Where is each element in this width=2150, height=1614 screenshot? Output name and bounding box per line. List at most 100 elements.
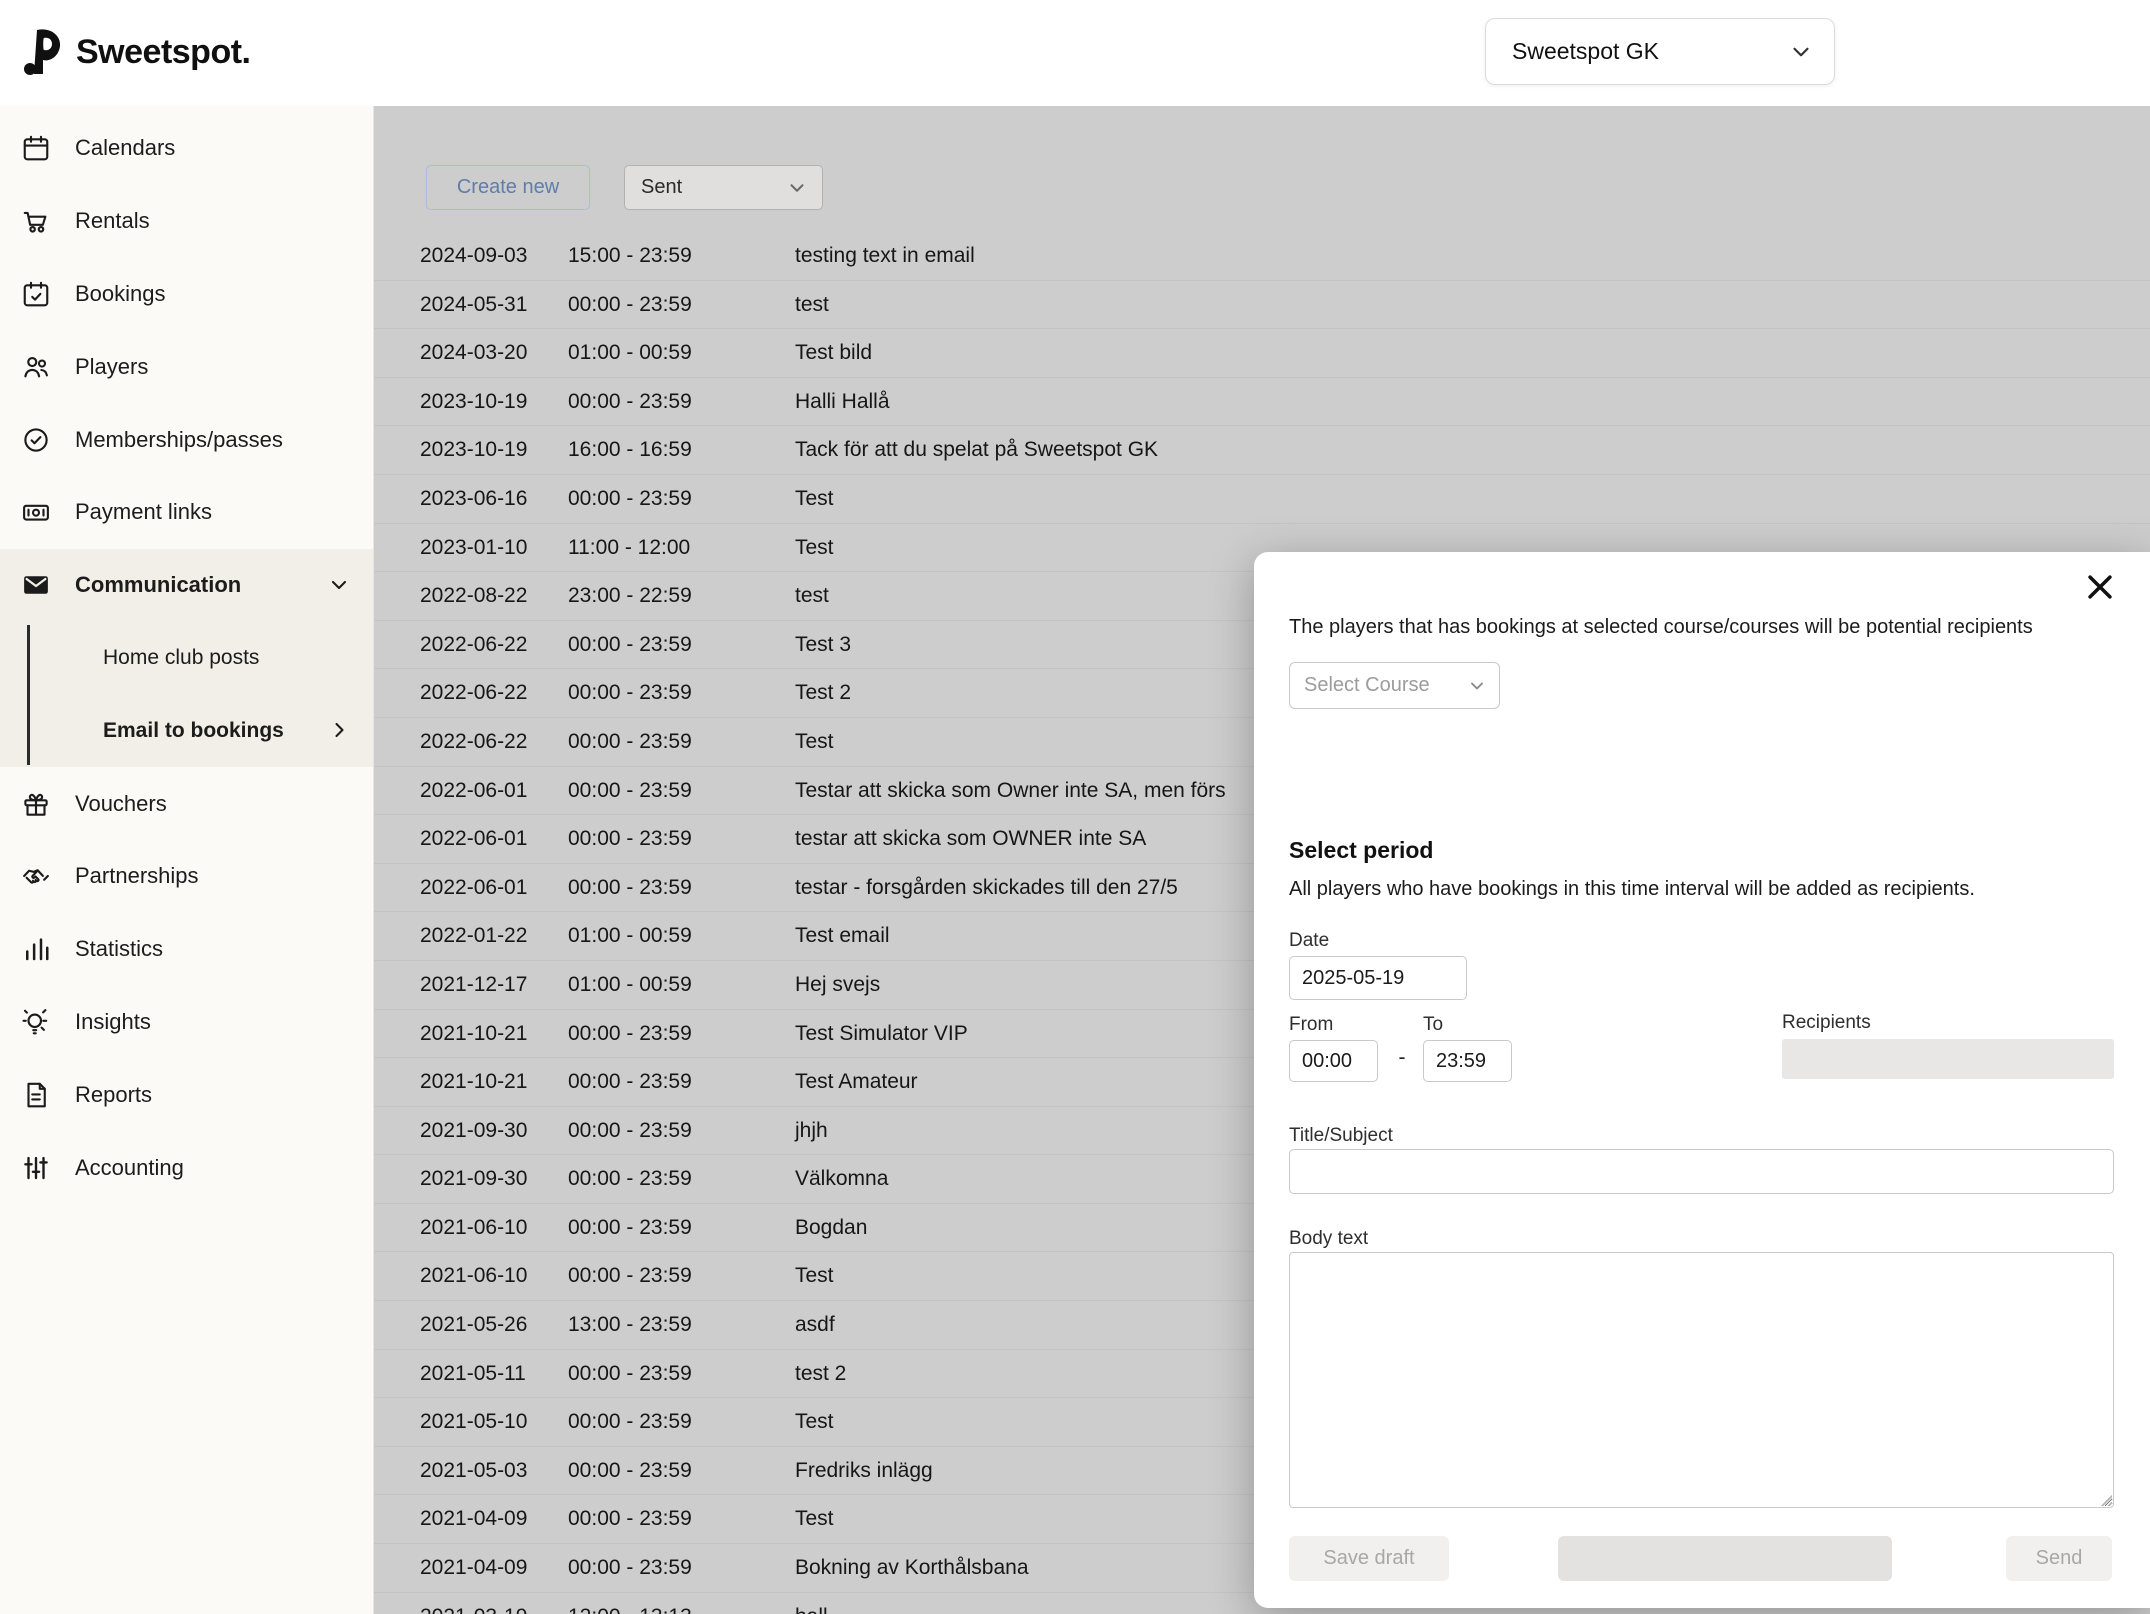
email-time: 00:00 - 23:59 <box>568 621 692 670</box>
email-date: 2022-06-22 <box>420 669 527 718</box>
sidebar-item-home-club-posts[interactable]: Home club posts <box>0 622 373 695</box>
email-subject: testing text in email <box>795 232 975 281</box>
email-subject: test <box>795 572 829 621</box>
save-draft-button[interactable]: Save draft <box>1289 1536 1449 1581</box>
from-label: From <box>1289 1014 1333 1036</box>
email-time: 00:00 - 23:59 <box>568 718 692 767</box>
envelope-icon <box>21 570 51 600</box>
to-time-input[interactable] <box>1423 1040 1512 1082</box>
email-subject: testar att skicka som OWNER inte SA <box>795 815 1146 864</box>
sidebar-item-memberships[interactable]: Memberships/passes <box>0 403 373 476</box>
email-time: 00:00 - 23:59 <box>568 1398 692 1447</box>
email-subject: Test 2 <box>795 669 851 718</box>
sidebar-item-payment-links[interactable]: Payment links <box>0 476 373 549</box>
email-time: 00:00 - 23:59 <box>568 475 692 524</box>
create-new-button[interactable]: Create new <box>426 165 590 210</box>
email-date: 2021-10-21 <box>420 1010 527 1059</box>
email-subject: Bogdan <box>795 1204 867 1253</box>
email-row[interactable]: 2024-03-20 01:00 - 00:59 Test bild <box>374 329 2150 378</box>
select-period-description: All players who have bookings in this ti… <box>1289 878 1975 901</box>
date-input[interactable] <box>1289 956 1467 1000</box>
email-time: 11:00 - 12:00 <box>568 524 690 573</box>
email-subject: Test email <box>795 912 890 961</box>
logo-text: Sweetspot. <box>76 33 250 72</box>
sidebar-item-label: Reports <box>75 1082 152 1108</box>
players-icon <box>21 352 51 382</box>
email-date: 2021-12-17 <box>420 961 527 1010</box>
close-icon[interactable] <box>2078 566 2122 610</box>
chevron-down-icon <box>1467 676 1487 696</box>
sidebar-item-partnerships[interactable]: Partnerships <box>0 840 373 913</box>
sidebar-item-vouchers[interactable]: Vouchers <box>0 767 373 840</box>
email-subject: Test Simulator VIP <box>795 1010 968 1059</box>
sidebar-item-accounting[interactable]: Accounting <box>0 1131 373 1204</box>
chevron-down-icon <box>1788 39 1814 65</box>
email-date: 2022-06-22 <box>420 718 527 767</box>
title-subject-label: Title/Subject <box>1289 1125 1393 1147</box>
email-time: 01:00 - 00:59 <box>568 912 692 961</box>
lightbulb-icon <box>21 1007 51 1037</box>
email-date: 2022-06-01 <box>420 864 527 913</box>
logo: Sweetspot. <box>22 28 250 76</box>
email-subject: test 2 <box>795 1350 846 1399</box>
email-row[interactable]: 2024-09-03 15:00 - 23:59 testing text in… <box>374 232 2150 281</box>
email-date: 2021-10-21 <box>420 1058 527 1107</box>
sidebar-item-players[interactable]: Players <box>0 330 373 403</box>
sidebar-item-reports[interactable]: Reports <box>0 1058 373 1131</box>
chevron-down-icon <box>327 573 351 597</box>
sidebar-item-statistics[interactable]: Statistics <box>0 913 373 986</box>
sidebar-item-email-to-bookings[interactable]: Email to bookings <box>0 694 373 767</box>
document-icon <box>21 1080 51 1110</box>
select-course-label: Select Course <box>1304 674 1430 697</box>
email-row[interactable]: 2023-06-16 00:00 - 23:59 Test <box>374 475 2150 524</box>
sidebar-item-communication[interactable]: Communication <box>0 549 373 622</box>
email-date: 2023-06-16 <box>420 475 527 524</box>
email-date: 2021-05-11 <box>420 1350 526 1399</box>
sent-filter-dropdown[interactable]: Sent <box>624 165 823 210</box>
sidebar-item-label: Partnerships <box>75 863 199 889</box>
email-subject: Test <box>795 475 834 524</box>
body-text-textarea[interactable] <box>1289 1252 2114 1508</box>
email-subject: Test bild <box>795 329 872 378</box>
email-date: 2023-01-10 <box>420 524 527 573</box>
email-time: 23:00 - 22:59 <box>568 572 692 621</box>
sidebar-item-label: Players <box>75 354 148 380</box>
email-row[interactable]: 2023-10-19 16:00 - 16:59 Tack för att du… <box>374 426 2150 475</box>
sidebar-item-label: Bookings <box>75 281 166 307</box>
email-subject: jhjh <box>795 1107 828 1156</box>
sidebar-item-calendars[interactable]: Calendars <box>0 112 373 185</box>
chevron-right-icon <box>327 718 351 742</box>
email-time: 00:00 - 23:59 <box>568 1107 692 1156</box>
email-time: 00:00 - 23:59 <box>568 1350 692 1399</box>
from-time-input[interactable] <box>1289 1040 1378 1082</box>
banknote-icon <box>21 497 51 527</box>
sidebar-item-rentals[interactable]: Rentals <box>0 185 373 258</box>
select-course-dropdown[interactable]: Select Course <box>1289 662 1500 709</box>
email-time: 00:00 - 23:59 <box>568 1252 692 1301</box>
recipients-field[interactable] <box>1782 1039 2114 1079</box>
title-subject-input[interactable] <box>1289 1149 2114 1194</box>
email-subject: Test <box>795 1398 834 1447</box>
email-date: 2024-03-20 <box>420 329 527 378</box>
sliders-icon <box>21 1153 51 1183</box>
email-date: 2022-08-22 <box>420 572 527 621</box>
email-time: 15:00 - 23:59 <box>568 232 692 281</box>
send-button[interactable]: Send <box>2006 1536 2112 1581</box>
middle-action-pill[interactable] <box>1558 1536 1892 1581</box>
sidebar-item-label: Communication <box>75 572 241 598</box>
email-time: 00:00 - 23:59 <box>568 281 692 330</box>
recipients-label: Recipients <box>1782 1012 1871 1034</box>
select-period-title: Select period <box>1289 837 1433 864</box>
email-date: 2024-05-31 <box>420 281 527 330</box>
recipients-info-text: The players that has bookings at selecte… <box>1289 616 2119 639</box>
email-date: 2022-01-22 <box>420 912 527 961</box>
email-row[interactable]: 2024-05-31 00:00 - 23:59 test <box>374 281 2150 330</box>
sidebar-item-insights[interactable]: Insights <box>0 986 373 1059</box>
club-selector-dropdown[interactable]: Sweetspot GK <box>1485 18 1835 85</box>
sidebar-item-bookings[interactable]: Bookings <box>0 258 373 331</box>
email-subject: Välkomna <box>795 1155 888 1204</box>
email-time: 13:00 - 23:59 <box>568 1301 692 1350</box>
email-row[interactable]: 2023-10-19 00:00 - 23:59 Halli Hallå <box>374 378 2150 427</box>
email-date: 2021-05-03 <box>420 1447 527 1496</box>
email-subject: Test <box>795 524 834 573</box>
